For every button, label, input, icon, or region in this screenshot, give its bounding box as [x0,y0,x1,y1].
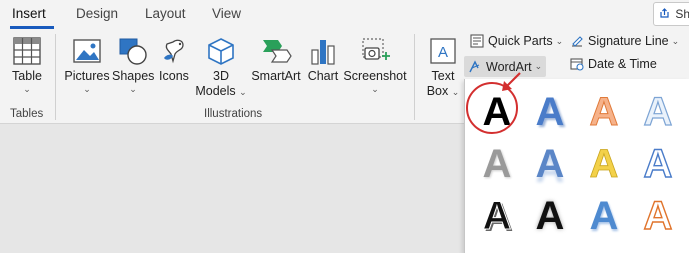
chevron-down-icon: ⌄ [83,84,91,94]
wordart-style-gold-fill[interactable]: A [580,141,628,187]
quick-parts-button[interactable]: Quick Parts ⌄ [470,34,563,48]
tab-insert[interactable]: Insert [12,6,46,21]
cube-icon [195,36,247,69]
group-label-tables: Tables [10,108,44,120]
pictures-icon [63,36,111,69]
tab-design[interactable]: Design [76,6,118,21]
pictures-button[interactable]: Pictures ⌄ [63,36,111,94]
icons-button[interactable]: Icons [156,36,192,84]
shapes-label: Shapes [112,69,155,83]
pictures-label: Pictures [64,69,110,83]
tab-view[interactable]: View [212,6,241,21]
chart-button[interactable]: Chart [305,36,341,84]
chevron-down-icon: ⌄ [23,84,31,94]
3d-models-label-line1: 3D [213,69,229,83]
wordart-style-black-glow[interactable]: A [526,193,574,239]
signature-line-label: Signature Line [588,34,669,48]
3d-models-button[interactable]: 3D Models ⌄ [195,36,247,100]
wordart-style-blue-shadow[interactable]: A [526,89,574,135]
active-tab-indicator [10,26,54,29]
signature-line-button[interactable]: Signature Line ⌄ [570,34,679,48]
wordart-style-orange-outline[interactable]: A [634,193,682,239]
wordart-icon [469,59,480,72]
share-button[interactable]: Sh [653,2,689,26]
screenshot-label: Screenshot [343,69,407,83]
chevron-down-icon: ⌄ [129,84,137,94]
text-box-button[interactable]: A Text Box ⌄ [422,36,464,100]
icons-icon [156,36,192,69]
screenshot-button[interactable]: Screenshot ⌄ [343,36,407,94]
wordart-style-light-blue-outline[interactable]: A [634,89,682,135]
icons-label: Icons [159,69,189,83]
text-box-label-line2: Box ⌄ [426,84,460,98]
annotation-arrow-icon [502,72,521,91]
chevron-down-icon: ⌄ [671,35,680,46]
chevron-down-icon: ⌄ [371,84,379,94]
date-time-button[interactable]: Date & Time [570,57,657,71]
bar-chart-icon [305,36,341,69]
wordart-style-blue-outline[interactable]: A [634,141,682,187]
chart-label: Chart [307,69,339,83]
wordart-style-gray-gradient[interactable]: A [473,141,521,187]
smartart-icon [248,36,304,69]
3d-models-label-line2: Models ⌄ [195,84,247,98]
shapes-icon [112,36,154,69]
signature-line-icon [572,36,583,47]
group-label-illustrations: Illustrations [204,108,263,120]
wordart-style-orange-gradient[interactable]: A [580,89,628,135]
ribbon-tab-bar: Insert Design Layout View Sh [0,0,689,30]
group-divider [55,34,56,120]
table-label: Table [12,69,42,83]
wordart-style-blue-bevel[interactable]: A [580,193,628,239]
screenshot-icon [343,36,407,69]
wordart-style-black-white-outline[interactable]: A [473,193,521,239]
group-divider [414,34,415,120]
smartart-label: SmartArt [251,69,301,83]
shapes-button[interactable]: Shapes ⌄ [112,36,154,94]
text-box-label-line1: Text [431,69,455,83]
wordart-style-blue-reflection[interactable]: A [526,141,574,187]
quick-parts-label: Quick Parts [488,34,553,48]
share-label: Sh [675,7,689,21]
date-time-label: Date & Time [588,57,657,71]
text-box-icon: A [422,36,464,69]
tab-layout[interactable]: Layout [145,6,186,21]
chevron-down-icon: ⌄ [534,61,543,71]
table-button[interactable]: Table ⌄ [6,36,48,94]
chevron-down-icon: ⌄ [555,35,564,46]
quick-parts-icon [470,34,484,48]
share-icon [660,7,672,21]
smartart-button[interactable]: SmartArt [248,36,304,84]
svg-text:A: A [438,44,448,61]
calendar-clock-icon [570,58,584,71]
table-icon [6,36,48,69]
